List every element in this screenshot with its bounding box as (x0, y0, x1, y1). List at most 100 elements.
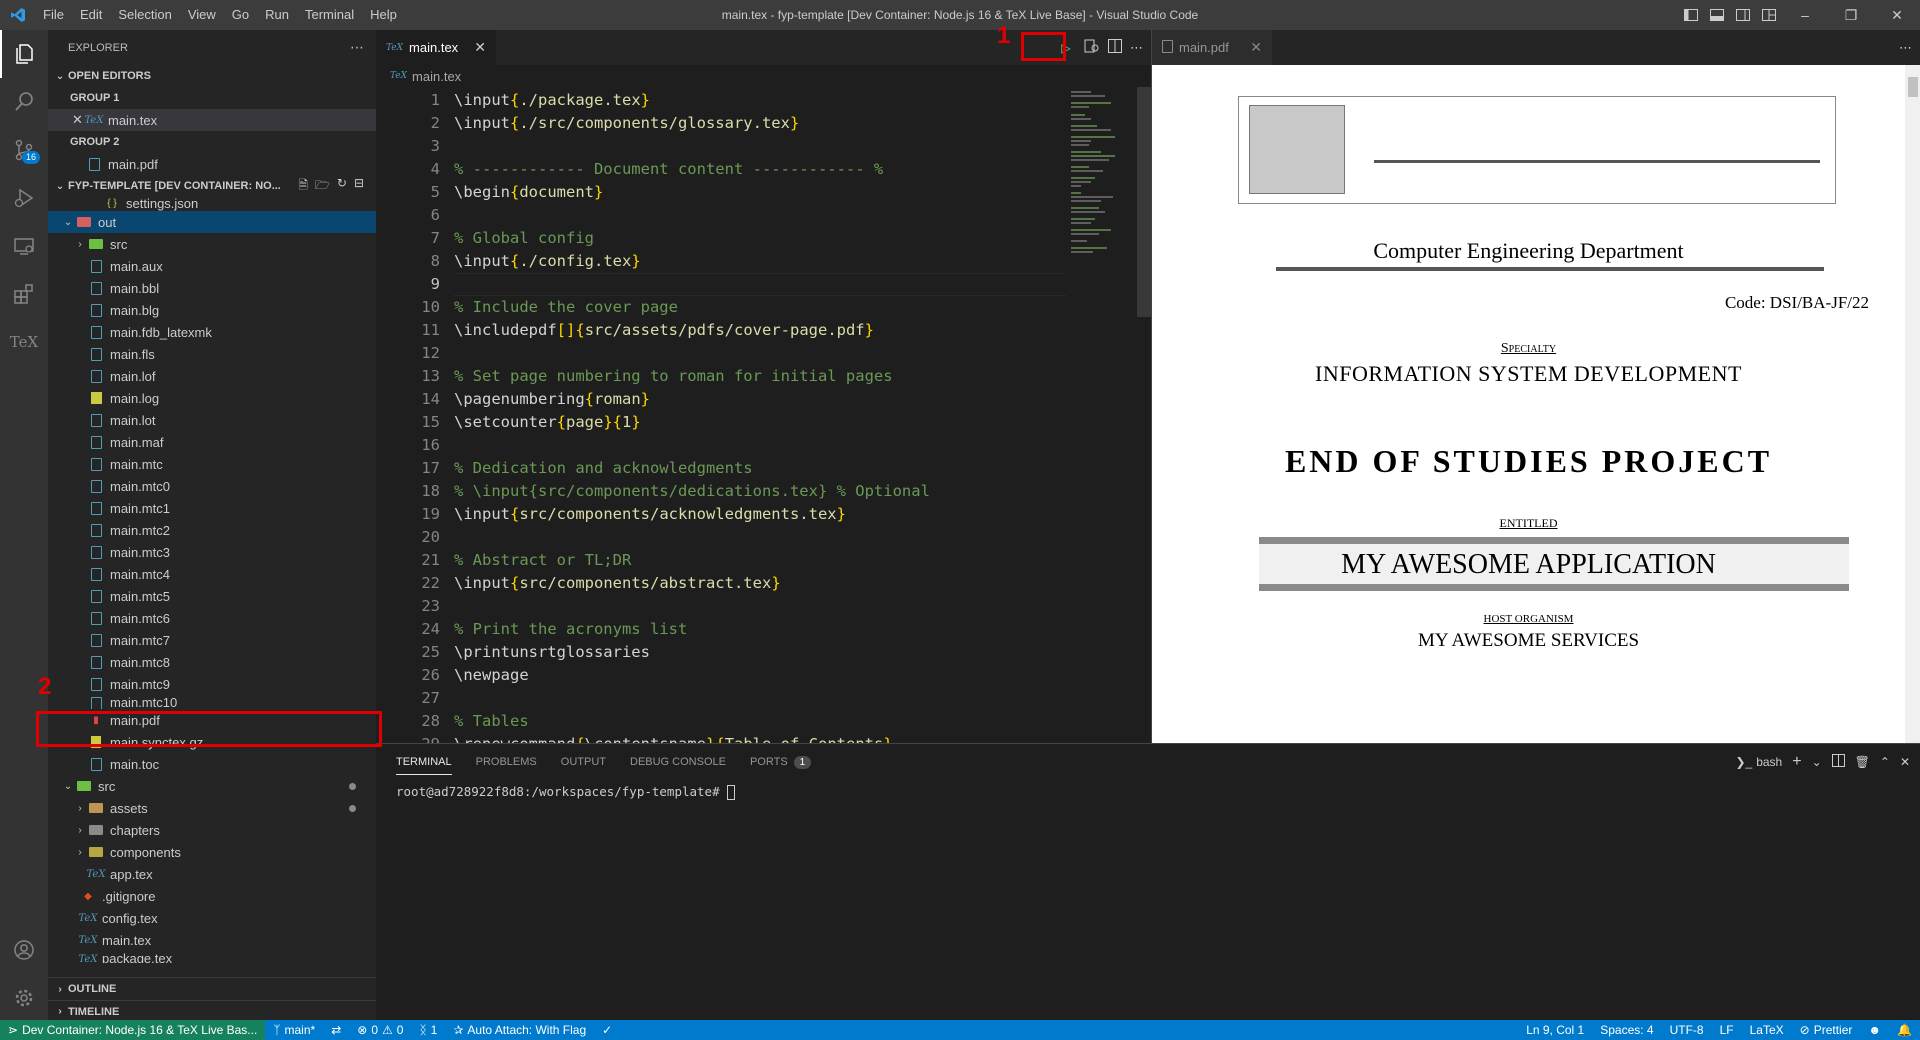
sync-icon[interactable]: ⇄ (323, 1023, 349, 1037)
code-line[interactable]: % Abstract or TL;DR (454, 549, 631, 572)
code-line[interactable]: \input{./config.tex} (454, 250, 641, 273)
collapse-all-icon[interactable]: ⊟ (354, 176, 364, 197)
tree-item-out-14[interactable]: main.mtc3 (48, 541, 376, 563)
pdf-viewer[interactable]: Computer Engineering Department Code: DS… (1152, 65, 1920, 743)
tree-item-out-11[interactable]: main.mtc0 (48, 475, 376, 497)
explorer-icon[interactable] (0, 30, 48, 78)
code-line[interactable]: % \input{src/components/dedications.tex}… (454, 480, 930, 503)
code-line[interactable]: \input{./src/components/glossary.tex} (454, 112, 799, 135)
timeline-section[interactable]: › TIMELINE (48, 1000, 376, 1022)
run-debug-icon[interactable] (0, 174, 48, 222)
problems-indicator[interactable]: ⊗ 0 ⚠ 0 (349, 1023, 411, 1037)
menu-run[interactable]: Run (257, 0, 297, 30)
tree-item-out-10[interactable]: main.mtc (48, 453, 376, 475)
feedback-icon[interactable]: ☻ (1860, 1023, 1889, 1037)
tree-file-app-tex[interactable]: TeX app.tex (48, 863, 376, 885)
tree-item-out-7[interactable]: main.log (48, 387, 376, 409)
split-terminal-icon[interactable] (1831, 753, 1845, 770)
tree-file-package-tex[interactable]: TeX package.tex (48, 951, 376, 963)
code-line[interactable]: \begin{document} (454, 181, 603, 204)
pdf-scrollbar[interactable] (1905, 65, 1920, 743)
tree-item-out-6[interactable]: main.lof (48, 365, 376, 387)
accounts-icon[interactable] (0, 926, 48, 974)
toggle-panel-icon[interactable] (1704, 0, 1730, 30)
pdf-scroll-thumb[interactable] (1908, 77, 1918, 97)
menu-view[interactable]: View (180, 0, 224, 30)
workspace-section[interactable]: ⌄ FYP-TEMPLATE [DEV CONTAINER: NO... 🗎 🗁 … (48, 175, 376, 197)
tree-folder-components[interactable]: › components (48, 841, 376, 863)
menu-edit[interactable]: Edit (72, 0, 110, 30)
code-line[interactable]: % Dedication and acknowledgments (454, 457, 753, 480)
tree-folder-chapters[interactable]: › chapters (48, 819, 376, 841)
tree-item-out-21[interactable]: main.mtc10 (48, 695, 376, 709)
tree-item-out-5[interactable]: main.fls (48, 343, 376, 365)
code-line[interactable] (454, 273, 1066, 296)
more-actions-icon[interactable]: ⋯ (1130, 40, 1143, 56)
menu-terminal[interactable]: Terminal (297, 0, 362, 30)
tree-item-out-12[interactable]: main.mtc1 (48, 497, 376, 519)
menu-selection[interactable]: Selection (110, 0, 179, 30)
terminal-shell-selector[interactable]: ❯_ bash (1735, 755, 1782, 769)
code-line[interactable]: % Tables (454, 710, 529, 733)
menu-help[interactable]: Help (362, 0, 405, 30)
tree-item-out-2[interactable]: main.bbl (48, 277, 376, 299)
more-actions-icon[interactable]: ⋯ (1899, 40, 1912, 56)
minimap-slider[interactable] (1137, 87, 1151, 317)
refresh-icon[interactable]: ↻ (337, 176, 347, 197)
open-editors-section[interactable]: ⌄ OPEN EDITORS (48, 65, 376, 87)
tex-icon[interactable]: TeX (0, 318, 48, 366)
tab-debug-console[interactable]: DEBUG CONSOLE (630, 756, 726, 768)
tab-problems[interactable]: PROBLEMS (476, 756, 537, 768)
tree-item-out-13[interactable]: main.mtc2 (48, 519, 376, 541)
restore-icon[interactable]: ❐ (1828, 0, 1874, 30)
end-of-line[interactable]: LF (1712, 1023, 1742, 1037)
open-editor-main-tex[interactable]: ✕ TeX main.tex (48, 109, 376, 131)
code-line[interactable]: % Set page numbering to roman for initia… (454, 365, 893, 388)
explorer-more-icon[interactable]: ⋯ (350, 39, 364, 56)
code-line[interactable]: \renewcommand{\contentsname}{Table of Co… (454, 733, 893, 743)
kill-terminal-trash-icon[interactable]: 🗑 (1855, 755, 1870, 769)
tab-output[interactable]: OUTPUT (561, 756, 606, 768)
tree-item-out-18[interactable]: main.mtc7 (48, 629, 376, 651)
tree-item-out-0[interactable]: › src (48, 233, 376, 255)
manage-gear-icon[interactable] (0, 974, 48, 1022)
menu-go[interactable]: Go (224, 0, 257, 30)
maximize-panel-icon[interactable]: ⌃ (1880, 755, 1890, 769)
code-editor[interactable]: 1 \input{./package.tex} 2 \input{./src/comp… (376, 87, 1066, 743)
close-tab-icon[interactable]: ✕ (1250, 39, 1262, 56)
new-file-icon[interactable]: 🗎 (298, 176, 308, 197)
tree-item-out-20[interactable]: main.mtc9 (48, 673, 376, 695)
tree-item-out-4[interactable]: main.fdb_latexmk (48, 321, 376, 343)
remote-indicator[interactable]: ⋗ Dev Container: Node.js 16 & TeX Live B… (0, 1020, 266, 1040)
minimap[interactable] (1066, 87, 1151, 743)
code-line[interactable]: \printunsrtglossaries (454, 641, 650, 664)
split-editor-icon[interactable] (1108, 39, 1122, 56)
tab-terminal[interactable]: TERMINAL (396, 749, 452, 775)
tree-item-out-24[interactable]: main.toc (48, 753, 376, 775)
new-folder-icon[interactable]: 🗁 (315, 176, 330, 197)
tree-item-out-9[interactable]: main.maf (48, 431, 376, 453)
close-panel-icon[interactable]: ✕ (1900, 755, 1910, 769)
code-line[interactable]: \input{src/components/abstract.tex} (454, 572, 781, 595)
view-pdf-icon[interactable] (1084, 39, 1100, 56)
tree-item-out-17[interactable]: main.mtc6 (48, 607, 376, 629)
outline-section[interactable]: › OUTLINE (48, 978, 376, 1000)
encoding[interactable]: UTF-8 (1662, 1023, 1712, 1037)
new-terminal-icon[interactable]: + (1792, 753, 1801, 771)
tree-file-gitignore[interactable]: ◆ .gitignore (48, 885, 376, 907)
tab-main-pdf[interactable]: main.pdf ✕ (1152, 30, 1272, 65)
tree-file-main-tex[interactable]: TeX main.tex (48, 929, 376, 951)
indentation[interactable]: Spaces: 4 (1592, 1023, 1661, 1037)
tree-item-settings-json[interactable]: { } settings.json (48, 197, 376, 211)
branch-indicator[interactable]: ᛉ main* (265, 1023, 323, 1037)
code-line[interactable]: % Include the cover page (454, 296, 678, 319)
tree-item-out-3[interactable]: main.blg (48, 299, 376, 321)
tab-ports[interactable]: PORTS 1 (750, 755, 812, 769)
tab-main-tex[interactable]: TeX main.tex ✕ (376, 30, 496, 65)
ports-indicator[interactable]: ᛝ1 (411, 1023, 445, 1037)
search-icon[interactable] (0, 78, 48, 126)
code-line[interactable]: \includepdf[]{src/assets/pdfs/cover-page… (454, 319, 874, 342)
code-line[interactable]: % Print the acronyms list (454, 618, 687, 641)
breadcrumb-file[interactable]: main.tex (412, 69, 461, 84)
tree-item-out-19[interactable]: main.mtc8 (48, 651, 376, 673)
